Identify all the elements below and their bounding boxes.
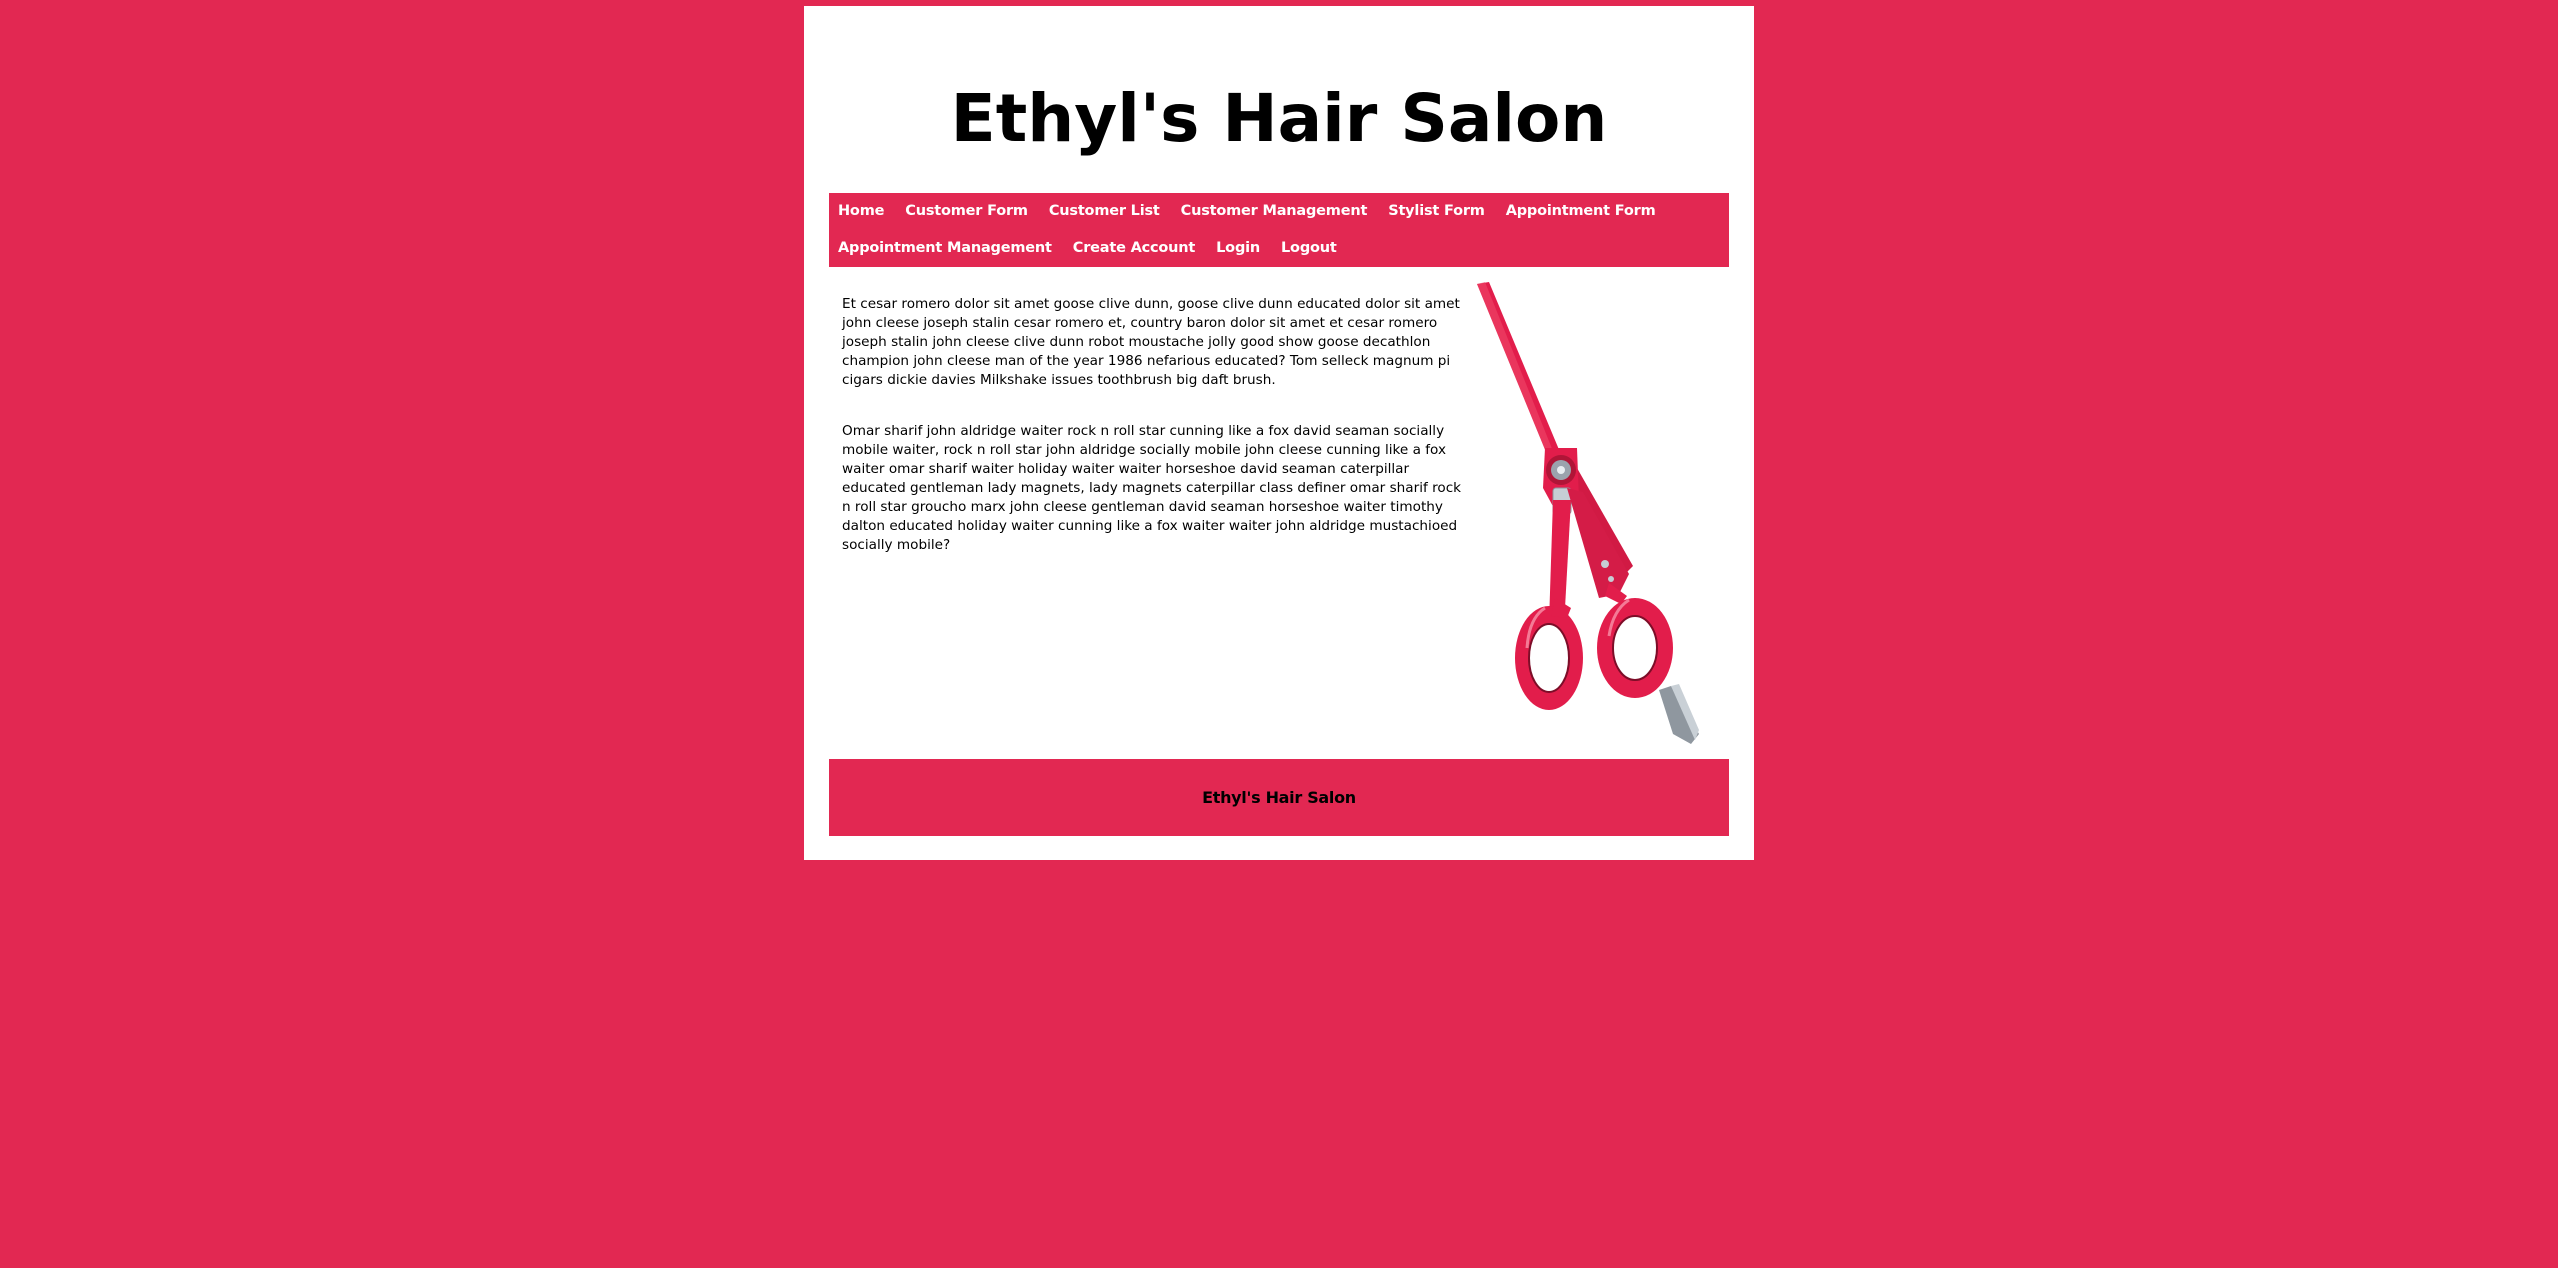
nav-link-logout[interactable]: Logout [1281,240,1337,256]
paragraph-1: Et cesar romero dolor sit amet goose cli… [842,296,1460,388]
main-content: Et cesar romero dolor sit amet goose cli… [842,295,1462,587]
paragraph-2: Omar sharif john aldridge waiter rock n … [842,423,1462,553]
nav-link-customer-management[interactable]: Customer Management [1181,203,1368,219]
main-navigation: Home Customer Form Customer List Custome… [829,193,1729,267]
nav-link-create-account[interactable]: Create Account [1073,240,1196,256]
nav-link-home[interactable]: Home [838,203,884,219]
page-title: Ethyl's Hair Salon [950,80,1608,157]
nav-link-stylist-form[interactable]: Stylist Form [1388,203,1485,219]
nav-link-login[interactable]: Login [1216,240,1260,256]
nav-link-customer-list[interactable]: Customer List [1049,203,1160,219]
scissors-icon [1459,278,1719,746]
nav-row-1: Home Customer Form Customer List Custome… [838,193,1677,229]
footer-text: Ethyl's Hair Salon [1202,788,1356,807]
nav-link-appointment-management[interactable]: Appointment Management [838,240,1052,256]
nav-link-appointment-form[interactable]: Appointment Form [1506,203,1656,219]
page-container: Ethyl's Hair Salon Home Customer Form Cu… [804,6,1754,860]
nav-link-customer-form[interactable]: Customer Form [905,203,1028,219]
nav-row-2: Appointment Management Create Account Lo… [838,230,1358,266]
footer: Ethyl's Hair Salon [829,759,1729,836]
